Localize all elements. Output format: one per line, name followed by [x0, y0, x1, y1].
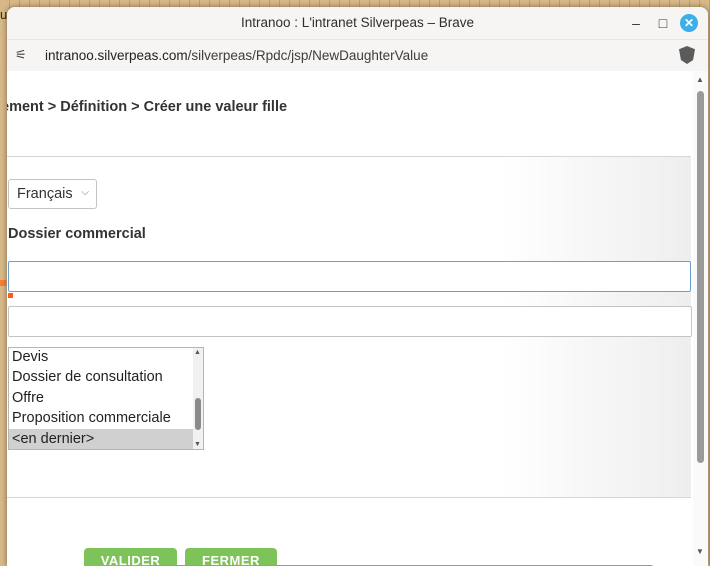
breadcrumb: ement > Définition > Créer une valeur fi…: [7, 99, 288, 115]
list-item[interactable]: Offre: [9, 388, 193, 408]
position-listbox[interactable]: Devis Dossier de consultation Offre Prop…: [8, 347, 204, 450]
list-item[interactable]: Proposition commerciale: [9, 408, 193, 428]
scroll-down-icon[interactable]: ▼: [696, 547, 704, 556]
close-window-button[interactable]: ✕: [680, 14, 698, 32]
brave-shield-icon[interactable]: [679, 46, 695, 64]
scroll-down-icon[interactable]: ▼: [194, 441, 201, 448]
form-divider: [7, 497, 691, 498]
listbox-options: Devis Dossier de consultation Offre Prop…: [9, 348, 193, 449]
form-area: Français ⌵ Dossier commercial Devis Doss…: [7, 157, 692, 497]
list-item-selected[interactable]: <en dernier>: [9, 428, 193, 449]
browser-window: Intranoo : L'intranet Silverpeas – Brave…: [7, 7, 708, 566]
background-window-marker: [0, 280, 6, 286]
url-text[interactable]: intranoo.silverpeas.com/silverpeas/Rpdc/…: [45, 48, 428, 63]
description-textarea[interactable]: [8, 306, 692, 337]
listbox-scrollbar[interactable]: ▲ ▼: [193, 348, 203, 449]
name-input[interactable]: [8, 261, 691, 292]
section-title: Dossier commercial: [8, 226, 146, 242]
required-icon: [8, 293, 13, 298]
address-bar[interactable]: ⚟ intranoo.silverpeas.com/silverpeas/Rpd…: [7, 40, 708, 72]
window-title: Intranoo : L'intranet Silverpeas – Brave: [241, 15, 474, 30]
list-item[interactable]: Devis: [9, 348, 193, 367]
language-select[interactable]: Français ⌵: [8, 179, 97, 209]
minimize-button[interactable]: –: [627, 14, 645, 32]
url-host: intranoo.silverpeas.com: [45, 48, 188, 63]
chevron-down-icon: ⌵: [81, 187, 89, 198]
title-bar[interactable]: Intranoo : L'intranet Silverpeas – Brave…: [7, 7, 708, 40]
language-select-value: Français: [17, 186, 73, 202]
scroll-up-icon[interactable]: ▲: [696, 75, 704, 84]
site-settings-icon[interactable]: ⚟: [15, 47, 27, 63]
maximize-button[interactable]: □: [654, 14, 672, 32]
page-content: ement > Définition > Créer une valeur fi…: [7, 71, 708, 566]
listbox-scroll-thumb[interactable]: [195, 398, 201, 430]
vertical-scroll-thumb[interactable]: [697, 91, 704, 463]
url-path: /silverpeas/Rpdc/jsp/NewDaughterValue: [187, 48, 429, 63]
list-item[interactable]: Dossier de consultation: [9, 367, 193, 387]
scroll-up-icon[interactable]: ▲: [194, 349, 201, 356]
vertical-scrollbar[interactable]: ▲ ▼: [693, 71, 708, 566]
